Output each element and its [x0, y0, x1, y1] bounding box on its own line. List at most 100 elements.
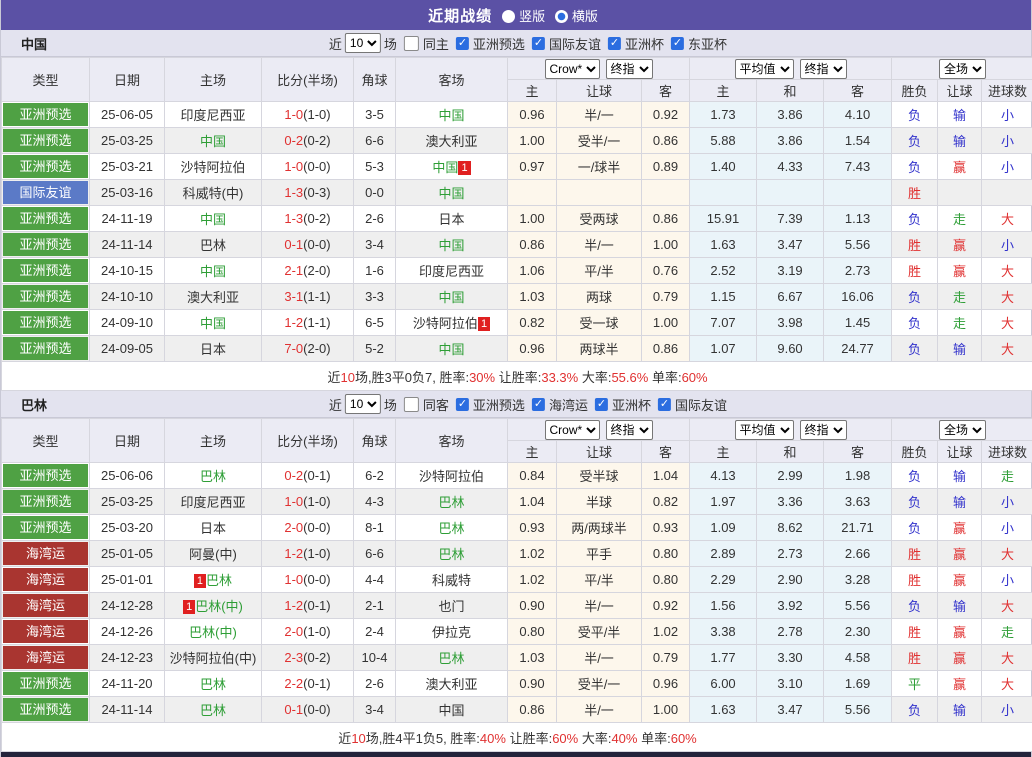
team-name: 中国	[200, 316, 226, 331]
match-row: 亚洲预选25-03-25印度尼西亚1-0(1-0)4-3巴林1.04半球0.82…	[2, 489, 1032, 515]
match-row: 海湾运24-12-26巴林(中)2-0(1-0)2-4伊拉克0.80受平/半1.…	[2, 619, 1032, 645]
result-winloss: 负	[892, 515, 938, 541]
average-select[interactable]: 平均值	[735, 420, 794, 440]
odds-away: 1.02	[642, 619, 690, 645]
bookmaker-select[interactable]: Crow*	[545, 59, 600, 79]
odds-time-select[interactable]: 终指	[606, 420, 653, 440]
odds-handicap: 受平/半	[557, 619, 642, 645]
sub-column-header: 主	[690, 441, 757, 463]
odds-home: 0.86	[508, 697, 557, 723]
summary-segment: 大率:	[578, 370, 611, 385]
competition-checkbox[interactable]: ✓	[532, 398, 545, 411]
header-select-group: Crow* 终指	[508, 419, 690, 441]
odds-away: 0.93	[642, 515, 690, 541]
match-type-badge: 亚洲预选	[3, 259, 88, 282]
vertical-layout-radio[interactable]	[502, 10, 515, 23]
corner-cell: 4-3	[354, 489, 396, 515]
match-type-cell: 亚洲预选	[2, 232, 90, 258]
match-row: 海湾运25-01-05阿曼(中)1-2(1-0)6-6巴林1.02平手0.802…	[2, 541, 1032, 567]
team-name: 中国	[438, 703, 464, 718]
team-name: 印度尼西亚	[180, 495, 245, 510]
recent-label: 近	[329, 395, 342, 414]
avg-home: 1.63	[690, 232, 757, 258]
match-type-badge: 海湾运	[3, 594, 88, 617]
recent-count-select[interactable]: 10	[345, 33, 381, 53]
average-select[interactable]: 平均值	[735, 59, 794, 79]
summary-segment: 让胜率:	[506, 731, 552, 746]
result-winloss: 平	[892, 671, 938, 697]
match-row: 国际友谊25-03-16科威特(中)1-3(0-3)0-0中国胜	[2, 180, 1032, 206]
competition-checkbox[interactable]: ✓	[532, 37, 545, 50]
competition-label: 亚洲预选	[473, 34, 525, 53]
avg-time-select[interactable]: 终指	[800, 59, 847, 79]
match-row: 亚洲预选24-09-10中国1-2(1-1)6-5沙特阿拉伯10.82受一球1.…	[2, 310, 1032, 336]
result-goals: 小	[982, 697, 1032, 723]
scope-select[interactable]: 全场	[939, 420, 986, 440]
horizontal-layout-radio[interactable]	[555, 10, 568, 23]
sub-column-header: 让球	[557, 441, 642, 463]
odds-home: 0.96	[508, 336, 557, 362]
competition-checkbox[interactable]: ✓	[456, 37, 469, 50]
avg-home: 1.09	[690, 515, 757, 541]
recent-count-select[interactable]: 10	[345, 394, 381, 414]
odds-home: 0.93	[508, 515, 557, 541]
match-row: 亚洲预选24-11-19中国1-3(0-2)2-6日本1.00受两球0.8615…	[2, 206, 1032, 232]
odds-away: 0.89	[642, 154, 690, 180]
team-name: 巴林	[200, 703, 226, 718]
competition-checkbox[interactable]: ✓	[595, 398, 608, 411]
team-name: 巴林	[200, 238, 226, 253]
fulltime-score: 1-0	[284, 107, 303, 122]
odds-handicap: 半/一	[557, 697, 642, 723]
avg-home: 1.63	[690, 697, 757, 723]
avg-time-select[interactable]: 终指	[800, 420, 847, 440]
sub-column-header: 胜负	[892, 80, 938, 102]
avg-draw: 2.78	[757, 619, 824, 645]
sub-column-header: 主	[508, 80, 557, 102]
avg-home: 5.88	[690, 128, 757, 154]
match-type-cell: 海湾运	[2, 567, 90, 593]
team-cell: 澳大利亚	[396, 128, 508, 154]
date-cell: 24-09-10	[90, 310, 165, 336]
header-select-group: 全场	[892, 58, 1032, 80]
halftime-score: (0-2)	[303, 133, 330, 148]
bottom-bar	[1, 752, 1031, 757]
team-title: 巴林	[1, 395, 47, 414]
corner-cell: 3-4	[354, 697, 396, 723]
competition-checkbox[interactable]: ✓	[671, 37, 684, 50]
team-name: 中国	[438, 186, 464, 201]
competition-checkbox[interactable]: ✓	[658, 398, 671, 411]
competition-checkbox[interactable]: ✓	[608, 37, 621, 50]
page-title: 近期战绩	[428, 5, 492, 26]
sub-column-header: 进球数	[982, 441, 1032, 463]
column-header: 客场	[396, 58, 508, 102]
team-name: 中国	[432, 160, 458, 175]
team-cell: 中国	[165, 206, 262, 232]
competition-label: 国际友谊	[549, 34, 601, 53]
fulltime-score: 1-2	[284, 598, 303, 613]
avg-away: 5.56	[824, 593, 892, 619]
halftime-score: (0-3)	[303, 185, 330, 200]
team-cell: 科威特(中)	[165, 180, 262, 206]
same-venue-checkbox[interactable]	[404, 397, 419, 412]
scope-select[interactable]: 全场	[939, 59, 986, 79]
score-cell: 2-3(0-2)	[262, 645, 354, 671]
sub-column-header: 让球	[557, 80, 642, 102]
bookmaker-select[interactable]: Crow*	[545, 420, 600, 440]
match-type-badge: 海湾运	[3, 568, 88, 591]
date-cell: 25-06-05	[90, 102, 165, 128]
column-header: 主场	[165, 419, 262, 463]
competition-checkbox[interactable]: ✓	[456, 398, 469, 411]
summary-segment: 大率:	[578, 731, 611, 746]
same-venue-checkbox[interactable]	[404, 36, 419, 51]
result-winloss: 负	[892, 310, 938, 336]
competition-label: 亚洲预选	[473, 395, 525, 414]
result-goals: 大	[982, 310, 1032, 336]
neutral-flag-badge: 1	[183, 600, 195, 614]
odds-home: 0.90	[508, 671, 557, 697]
halftime-score: (0-0)	[303, 237, 330, 252]
odds-time-select[interactable]: 终指	[606, 59, 653, 79]
team-name: 沙特阿拉伯	[419, 469, 484, 484]
halftime-score: (0-0)	[303, 520, 330, 535]
avg-home: 1.77	[690, 645, 757, 671]
avg-home: 2.52	[690, 258, 757, 284]
